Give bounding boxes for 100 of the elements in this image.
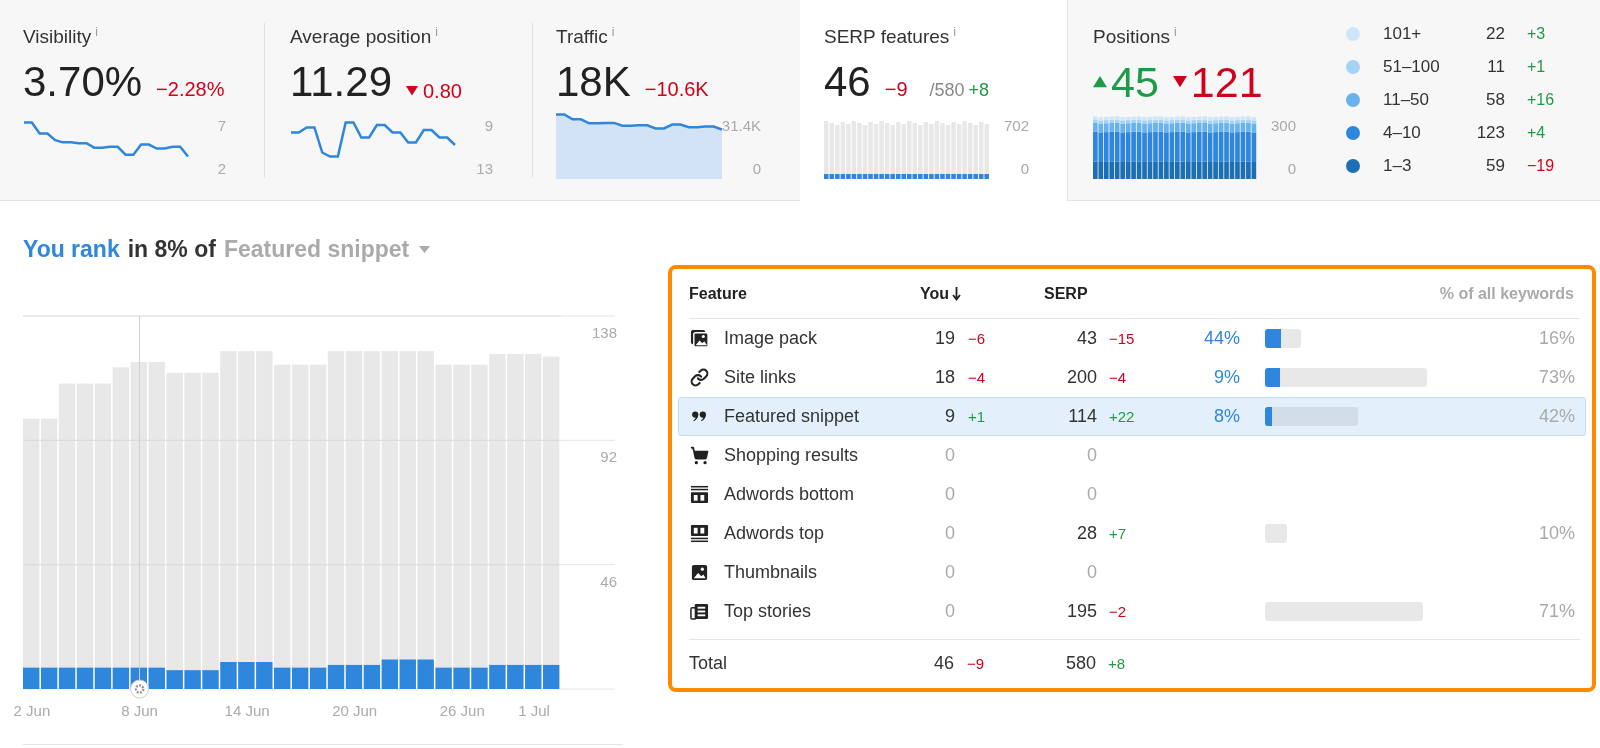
feature-name: Image pack [724,328,819,349]
feature-row[interactable]: Site links 18 −4 200 −4 9% 73% [678,358,1586,397]
axis-label: 2 Jun [13,702,51,719]
column-header[interactable]: SERP [1000,284,1088,303]
you-bar [112,667,130,689]
count-value: 114 [1068,406,1097,427]
share-value: 8% [1214,406,1240,427]
count-value: 0 [945,601,955,622]
position-change: 45 [1093,59,1159,105]
feature-row[interactable]: Shopping results 0 0 [678,436,1586,475]
metric-card[interactable]: Traffic i 18K −10.6K 31.4K 0 [533,0,800,201]
you-bar [238,661,255,689]
image-stack-icon [690,329,709,348]
axis-label: 20 Jun [332,702,378,719]
legend-label: 51–100 [1383,56,1441,77]
caret-icon [419,245,431,253]
gear-icon[interactable] [130,679,150,699]
count-change: −4 [967,369,987,386]
feature-row[interactable]: Image pack 19 −6 43 −15 44% 16% [678,319,1586,358]
metric-card[interactable]: Positions i 45 121 300 0 101+ 22 +3 51–100 11 +1 11–50 58 +16 4–10 123 +4 1–3 59 −19 [1067,0,1600,201]
feature-name: Top stories [724,601,813,622]
feature-row[interactable]: Thumbnails 0 0 [678,553,1586,592]
count-value: 580 [1065,652,1096,674]
count-value: 9 [945,406,955,427]
count-value: 0 [1087,562,1097,583]
cart-icon [690,446,709,465]
legend-change: +3 [1527,24,1546,43]
you-bar [76,667,94,689]
newspaper-icon [690,602,709,621]
percent-value: 71% [1538,601,1575,622]
count-value: 0 [1087,445,1097,466]
feature-row[interactable]: Top stories 0 195 −2 71% [678,592,1586,631]
metric-total: /580 [929,80,965,101]
legend-label: 4–10 [1383,122,1422,143]
percent-value: 10% [1538,523,1575,544]
you-bar [256,661,273,689]
you-bar [417,659,434,689]
count-change: +7 [1108,525,1128,542]
count-value: 43 [1076,328,1097,349]
axis-label: 0 [752,160,761,177]
axis-label: 300 [1270,117,1296,134]
metric-value: 11.29 [290,59,392,105]
count-change: −6 [967,330,987,347]
metric-title: Visibility [23,25,92,49]
metric-card[interactable]: Visibility i 3.70% −2.28% 7 2 [0,0,264,201]
triangle-up-icon [1093,76,1107,88]
you-bar [40,667,58,689]
metric-change: −2.28% [156,78,225,101]
feature-row[interactable]: Adwords bottom 0 0 [678,475,1586,514]
column-header[interactable]: Feature [689,284,747,303]
count-value: 18 [934,367,955,388]
feature-row[interactable]: Adwords top 0 28 +7 10% [678,514,1586,553]
axis-label: 31.4K [721,117,761,134]
you-bar [166,670,183,689]
you-bar [471,667,488,689]
heading-highlight: You rank [23,235,120,263]
total-label: Total [689,652,729,674]
share-value: 9% [1214,367,1240,388]
metric-change: −9 [884,78,908,101]
count-value: 0 [945,445,955,466]
count-change: +8 [1107,654,1127,672]
you-bar [23,667,40,689]
you-bar [274,667,291,689]
count-value: 0 [1087,484,1097,505]
column-header[interactable]: You [900,284,962,303]
you-bar [525,664,542,689]
count-change: −9 [966,654,986,672]
you-bar [435,667,452,689]
axis-label: 138 [591,324,617,341]
count-value: 0 [945,523,955,544]
feature-name: Featured snippet [724,406,861,427]
count-value: 46 [933,652,954,674]
legend-count: 59 [1485,155,1505,176]
metric-value: 46 [824,59,871,105]
axis-label: 0 [1287,160,1296,177]
you-bar [453,667,470,689]
you-bar [399,659,416,689]
count-change: +22 [1108,408,1136,425]
you-bar [309,667,327,689]
you-bar [363,664,381,689]
feature-row[interactable]: Featured snippet 9 +1 114 +22 8% 42% [678,397,1586,436]
percent-value: 73% [1538,367,1575,388]
feature-name: Thumbnails [724,562,819,583]
axis-label: 0 [1020,160,1029,177]
you-bar [345,664,363,689]
legend-change: +16 [1527,90,1555,109]
percent-value: 16% [1538,328,1575,349]
axis-label: 13 [476,160,493,177]
heading-text: in 8% of [127,235,216,263]
axis-label: 702 [1003,117,1029,134]
count-change: +1 [967,408,987,425]
axis-label: 2 [217,160,226,177]
count-change: −15 [1108,330,1136,347]
triangle-down-icon [406,86,418,96]
metric-title: SERP features [824,25,950,49]
link-icon [690,368,709,387]
metric-card[interactable]: Average position i 11.29 0.80 9 13 [265,0,532,201]
you-bar [184,670,201,689]
legend-count: 123 [1475,122,1505,143]
legend-change: +1 [1527,57,1546,76]
